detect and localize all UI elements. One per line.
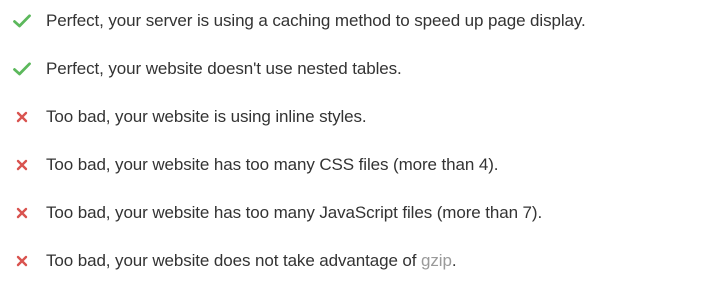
- result-item-nested-tables: Perfect, your website doesn't use nested…: [0, 55, 402, 83]
- result-text: Perfect, your server is using a caching …: [46, 11, 586, 30]
- result-item-javascript-files: Too bad, your website has too many JavaS…: [0, 199, 542, 227]
- result-item-caching: Perfect, your server is using a caching …: [0, 7, 586, 35]
- result-item-css-files: Too bad, your website has too many CSS f…: [0, 151, 498, 179]
- result-text: Too bad, your website has too many CSS f…: [46, 155, 499, 174]
- gzip-link[interactable]: gzip: [421, 251, 452, 270]
- result-item-inline-styles: Too bad, your website is using inline st…: [0, 103, 367, 131]
- cross-icon: [11, 106, 33, 128]
- result-text: Too bad, your website does not take adva…: [46, 250, 457, 272]
- result-item-gzip: Too bad, your website does not take adva…: [0, 247, 457, 275]
- check-icon: [11, 58, 33, 80]
- result-text-suffix: .: [451, 251, 457, 270]
- result-text: Perfect, your website doesn't use nested…: [46, 59, 402, 78]
- cross-icon: [11, 154, 33, 176]
- results-list: Perfect, your server is using a caching …: [0, 0, 723, 305]
- result-text-prefix: Too bad, your website does not take adva…: [46, 251, 422, 270]
- result-text: Too bad, your website is using inline st…: [46, 107, 367, 126]
- check-icon: [11, 10, 33, 32]
- cross-icon: [11, 250, 33, 272]
- cross-icon: [11, 202, 33, 224]
- result-text: Too bad, your website has too many JavaS…: [46, 203, 543, 222]
